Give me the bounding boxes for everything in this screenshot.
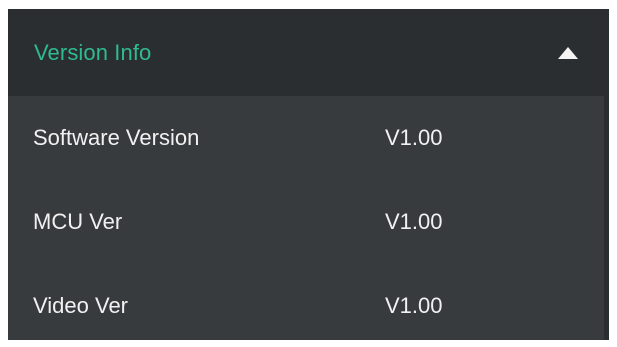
list-item-video-ver: Video Ver V1.00: [8, 264, 604, 340]
version-info-header[interactable]: Version Info: [8, 9, 604, 96]
row-label: MCU Ver: [33, 209, 123, 234]
row-label: Video Ver: [33, 293, 129, 318]
row-value: V1.00: [385, 125, 443, 150]
version-info-panel: Version Info Software Version V1.00 MCU …: [8, 9, 604, 340]
list-item-software-version: Software Version V1.00: [8, 96, 604, 180]
scrollbar-track[interactable]: [604, 9, 609, 340]
section-title: Version Info: [34, 39, 152, 65]
triangle-up-icon[interactable]: [556, 45, 580, 61]
row-value: V1.00: [385, 209, 443, 234]
version-info-list: Software Version V1.00 MCU Ver V1.00 Vid…: [8, 96, 604, 340]
row-label: Software Version: [33, 125, 200, 150]
list-item-mcu-ver: MCU Ver V1.00: [8, 180, 604, 264]
row-value: V1.00: [385, 293, 443, 318]
